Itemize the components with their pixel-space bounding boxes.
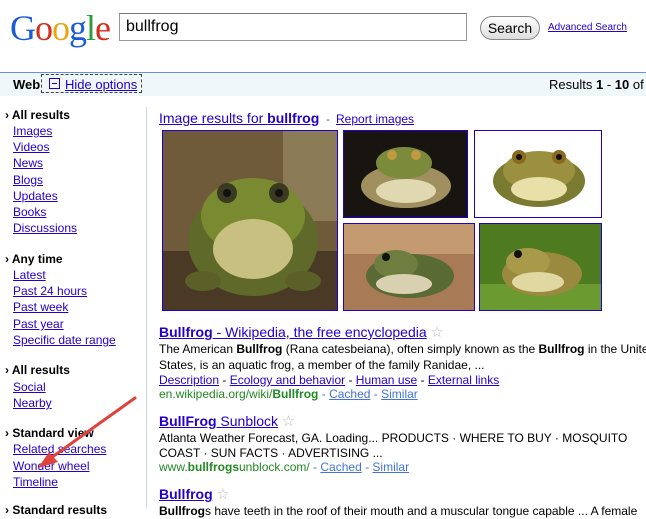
snippet-text: s have teeth in the roof of their mouth …: [205, 504, 638, 518]
collapse-icon[interactable]: [49, 78, 60, 89]
image-thumbnail[interactable]: [474, 130, 602, 218]
sitelink[interactable]: Description: [159, 373, 219, 387]
similar-link[interactable]: Similar: [372, 460, 409, 474]
sidebar-item-wonder-wheel[interactable]: Wonder wheel: [13, 459, 90, 473]
logo-letter: g: [69, 8, 87, 48]
sidebar-item-updates[interactable]: Updates: [13, 189, 58, 203]
logo-letter: G: [10, 8, 36, 48]
sidebar-item-social[interactable]: Social: [13, 380, 46, 394]
sidebar-item-past-week[interactable]: Past week: [13, 300, 68, 314]
sidebar-item-blogs[interactable]: Blogs: [13, 173, 43, 187]
star-icon[interactable]: ☆: [430, 324, 443, 341]
results-sep: -: [603, 77, 615, 92]
star-icon[interactable]: ☆: [282, 413, 295, 430]
image-thumbnail[interactable]: [479, 223, 602, 311]
result-title-rest[interactable]: - Wikipedia, the free encyclopedia: [213, 324, 427, 340]
sidebar-item-nearby[interactable]: Nearby: [13, 396, 52, 410]
image-results-term[interactable]: bullfrog: [267, 110, 319, 126]
hide-options-link[interactable]: Hide options: [65, 77, 137, 92]
star-icon[interactable]: ☆: [216, 486, 229, 503]
sidebar-item-images[interactable]: Images: [13, 124, 52, 138]
image-thumbnail[interactable]: [343, 223, 475, 311]
google-logo[interactable]: Google: [10, 8, 111, 48]
image-thumbnail[interactable]: [162, 130, 338, 311]
bullfrog-photo: [475, 131, 601, 217]
sidebar-item-news[interactable]: News: [13, 156, 43, 170]
results-end: 10: [614, 77, 630, 92]
snippet-text: (Rana catesbeiana), often simply known a…: [282, 342, 539, 356]
cached-link[interactable]: Cached: [329, 387, 370, 401]
snippet-text: The American: [159, 342, 237, 356]
logo-letter: o: [35, 8, 53, 48]
snippet-bold: Bullfrog: [159, 504, 205, 518]
sidebar-item-books[interactable]: Books: [13, 205, 46, 219]
result-title-bold[interactable]: BullFrog: [159, 413, 217, 429]
result-url-line: www.bullfrogsunblock.com/ - Cached - Sim…: [159, 460, 410, 474]
logo-letter: o: [52, 8, 70, 48]
result-title[interactable]: Bullfrog ☆: [159, 485, 230, 503]
sidebar-item-past-year[interactable]: Past year: [13, 317, 64, 331]
result-url: www.: [159, 460, 188, 474]
result-url-line: en.wikipedia.org/wiki/Bullfrog - Cached …: [159, 387, 418, 401]
sidebar-item-related-searches[interactable]: Related searches: [13, 442, 106, 456]
sitelink[interactable]: Ecology and behavior: [230, 373, 345, 387]
result-title-bold[interactable]: Bullfrog: [159, 486, 213, 502]
result-snippet: Atlanta Weather Forecast, GA. Loading...…: [159, 431, 628, 445]
snippet-bold: Bullfrog: [538, 342, 585, 356]
sitelink[interactable]: External links: [428, 373, 499, 387]
sitelink[interactable]: Human use: [356, 373, 417, 387]
result-snippet: States, is an aquatic frog, a member of …: [159, 358, 485, 372]
sidebar-item-timeline[interactable]: Timeline: [13, 475, 58, 489]
search-button[interactable]: Search: [480, 16, 540, 40]
bullfrog-photo: [344, 224, 474, 310]
result-title-rest[interactable]: Sunblock: [217, 413, 278, 429]
sidebar-item-videos[interactable]: Videos: [13, 140, 49, 154]
bullfrog-photo: [344, 131, 467, 217]
image-sep: -: [326, 112, 330, 126]
results-suffix: of a: [632, 77, 646, 92]
result-snippet: The American Bullfrog (Rana catesbeiana)…: [159, 341, 646, 357]
sidebar-item-specific-date-range[interactable]: Specific date range: [13, 333, 116, 347]
result-url: en.wikipedia.org/wiki/: [159, 387, 273, 401]
result-title[interactable]: Bullfrog - Wikipedia, the free encyclope…: [159, 323, 444, 341]
sidebar-heading-all-results: All results: [5, 108, 70, 122]
logo-letter: l: [86, 8, 96, 48]
search-input[interactable]: [119, 13, 467, 41]
web-label: Web: [13, 77, 41, 92]
sidebar-item-past-24-hours[interactable]: Past 24 hours: [13, 284, 87, 298]
sidebar-heading-standard-results: Standard results: [5, 503, 107, 517]
sidebar-item-discussions[interactable]: Discussions: [13, 221, 77, 235]
result-title[interactable]: BullFrog Sunblock ☆: [159, 412, 295, 430]
snippet-bold: Bullfrog: [236, 342, 283, 356]
sidebar-heading-standard-view: Standard view: [5, 426, 93, 440]
result-snippet: Bullfrogs have teeth in the roof of thei…: [159, 503, 646, 519]
result-url-bold: Bullfrog: [272, 387, 319, 401]
results-count: Results 1 - 10 of a: [549, 77, 646, 92]
result-title-bold[interactable]: Bullfrog: [159, 324, 213, 340]
image-results-heading[interactable]: Image results for bullfrog: [159, 110, 319, 126]
snippet-text: in the United: [587, 342, 646, 356]
similar-link[interactable]: Similar: [381, 387, 418, 401]
advanced-search-link[interactable]: Advanced Search: [548, 22, 627, 33]
logo-letter: e: [95, 8, 111, 48]
sidebar-divider: [146, 107, 147, 508]
sidebar-heading-any-time: Any time: [5, 252, 63, 266]
bullfrog-photo: [480, 224, 601, 310]
image-thumbnail[interactable]: [343, 130, 468, 218]
sidebar-heading-all-results-2: All results: [5, 363, 70, 377]
results-prefix: Results: [549, 77, 596, 92]
image-results-link[interactable]: Image results for: [159, 110, 267, 126]
bullfrog-photo: [163, 131, 337, 310]
report-images-link[interactable]: Report images: [336, 112, 414, 126]
result-url-bold: bullfrogs: [187, 460, 239, 474]
sidebar-item-latest[interactable]: Latest: [13, 268, 46, 282]
cached-link[interactable]: Cached: [320, 460, 361, 474]
result-url: unblock.com/: [239, 460, 310, 474]
